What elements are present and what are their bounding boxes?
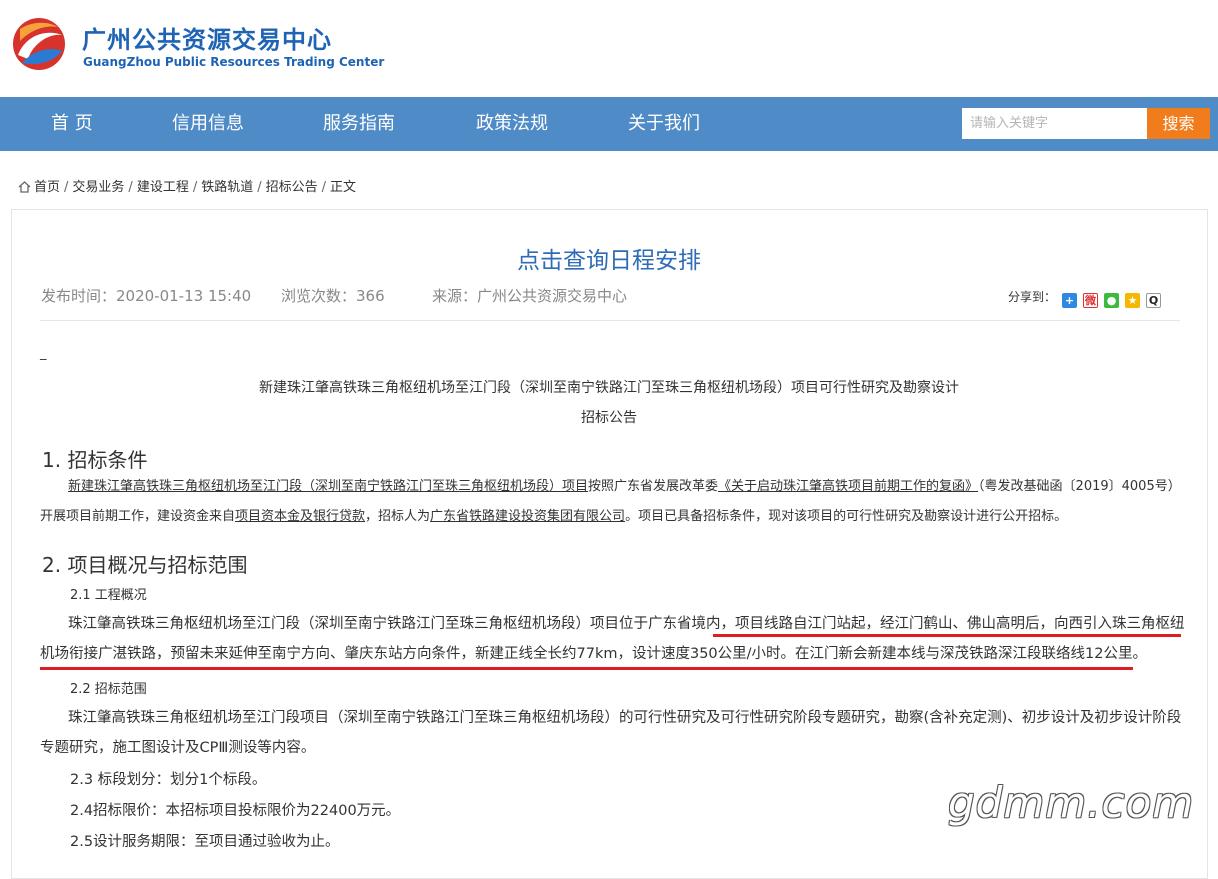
watermark: gdmm.com <box>948 778 1195 827</box>
breadcrumb-separator: / <box>257 180 262 195</box>
subsection-2-3: 2.3 标段划分：划分1个标段。 <box>70 772 267 788</box>
search-button[interactable]: 搜索 <box>1147 108 1210 139</box>
nav-item-credit[interactable]: 信用信息 <box>172 97 244 151</box>
nav-item-about[interactable]: 关于我们 <box>628 97 700 151</box>
breadcrumb-trading[interactable]: 交易业务 <box>72 180 124 195</box>
home-icon <box>18 181 31 193</box>
project-name: 新建珠江肇高铁珠三角枢纽机场至江门段（深圳至南宁铁路江门至珠三角枢纽机场段）项目 <box>68 479 589 494</box>
fund-source: 项目资本金及银行贷款 <box>235 509 366 524</box>
article-source: 来源：广州公共资源交易中心 <box>432 287 628 305</box>
tenderer-name: 广东省铁路建设投资集团有限公司 <box>430 509 626 524</box>
publish-time: 发布时间：2020-01-13 15:40 <box>41 287 252 305</box>
breadcrumb-separator: / <box>321 180 327 195</box>
highlight-underline <box>713 634 1181 637</box>
subsection-2-2: 2.2 招标范围 <box>70 682 147 697</box>
wechat-icon[interactable]: ● <box>1104 293 1120 308</box>
notice-heading: 新建珠江肇高铁珠三角枢纽机场至江门段（深圳至南宁铁路江门至珠三角枢纽机场段）项目… <box>259 380 959 396</box>
site-subtitle: GuangZhou Public Resources Trading Cente… <box>83 55 385 69</box>
article-title[interactable]: 点击查询日程安排 <box>0 241 1218 275</box>
share-label: 分享到： <box>1008 290 1057 304</box>
nav-item-service-guide[interactable]: 服务指南 <box>323 97 395 151</box>
breadcrumb-tender-notice[interactable]: 招标公告 <box>266 180 318 195</box>
breadcrumb-current: 正文 <box>330 180 357 195</box>
leading-dash: _ <box>40 346 47 361</box>
subsection-2-2-paragraph: 珠江肇高铁珠三角枢纽机场至江门段项目（深圳至南宁铁路江门至珠三角枢纽机场段）的可… <box>40 710 1182 756</box>
search-input[interactable] <box>962 108 1147 139</box>
share-bar: 分享到： + 微 ● ★ Q <box>1008 288 1162 308</box>
share-more-icon[interactable]: + <box>1062 293 1078 308</box>
breadcrumb-home[interactable]: 首页 <box>34 180 60 195</box>
subsection-2-5: 2.5设计服务期限：至项目通过验收为止。 <box>70 834 340 850</box>
breadcrumb-separator: / <box>192 180 198 195</box>
text-span: ，招标人为 <box>365 509 431 524</box>
breadcrumb: 首页 / 交易业务 / 建设工程 / 铁路轨道 / 招标公告 / 正文 <box>18 176 356 195</box>
section-1-paragraph: 新建珠江肇高铁珠三角枢纽机场至江门段（深圳至南宁铁路江门至珠三角枢纽机场段）项目… <box>40 472 1185 532</box>
qq-icon[interactable]: Q <box>1146 293 1162 308</box>
view-count: 浏览次数：366 <box>281 287 385 305</box>
subsection-2-4: 2.4招标限价：本招标项目投标限价为22400万元。 <box>70 803 401 819</box>
qzone-icon[interactable]: ★ <box>1125 293 1141 308</box>
subsection-2-1-paragraph: 珠江肇高铁珠三角枢纽机场至江门段（深圳至南宁铁路江门至珠三角枢纽机场段）项目位于… <box>40 616 1185 662</box>
notice-subheading: 招标公告 <box>581 410 637 426</box>
section-2-title: 2. 项目概况与招标范围 <box>42 553 248 577</box>
weibo-icon[interactable]: 微 <box>1083 293 1099 308</box>
nav-item-home[interactable]: 首 页 <box>51 97 93 151</box>
text-span: 按照广东省发展改革委 <box>588 479 719 494</box>
breadcrumb-separator: / <box>64 180 69 195</box>
site-title: 广州公共资源交易中心 <box>82 26 332 54</box>
nav-item-policy[interactable]: 政策法规 <box>476 97 548 151</box>
breadcrumb-separator: / <box>128 180 133 195</box>
swirl-logo-icon[interactable] <box>12 15 66 73</box>
subsection-2-1: 2.1 工程概况 <box>70 588 147 603</box>
text-span: 。项目已具备招标条件，现对该项目的可行性研究及勘察设计进行公开招标。 <box>625 509 1068 524</box>
section-1-title: 1. 招标条件 <box>42 448 148 472</box>
highlight-underline <box>40 667 1133 670</box>
meta-divider <box>40 320 1180 321</box>
reply-document-link: 《关于启动珠江肇高铁项目前期工作的复函》 <box>718 479 979 494</box>
breadcrumb-railway[interactable]: 铁路轨道 <box>201 180 253 195</box>
breadcrumb-construction[interactable]: 建设工程 <box>137 180 189 195</box>
site-header: 广州公共资源交易中心 GuangZhou Public Resources Tr… <box>0 0 1218 97</box>
